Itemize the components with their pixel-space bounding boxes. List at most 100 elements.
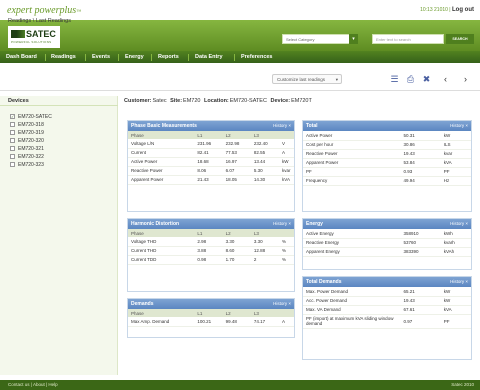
app-logo[interactable]: expert powerplus™	[7, 5, 81, 16]
row-label: Voltage L/N	[128, 139, 195, 149]
footer-link-contact[interactable]: Contact us	[8, 382, 30, 387]
location-value: EM720-SATEC	[229, 98, 267, 104]
total-table: Active Power 50.31 kW Cost per hour 30.86 ILS…	[303, 131, 471, 186]
cell-value: 13.44	[250, 157, 280, 167]
search-button[interactable]: SEARCH	[446, 34, 474, 44]
search-input[interactable]: Enter text to search	[372, 34, 444, 44]
history-link[interactable]: History	[450, 279, 464, 284]
column-header: L2	[222, 131, 251, 139]
cell-value: A	[279, 317, 294, 327]
customize-readings-select[interactable]: Customize last readings ▾	[272, 74, 342, 84]
cell-value: %	[279, 237, 294, 247]
history-link[interactable]: History	[273, 221, 287, 226]
cell-value: 2.98	[194, 237, 223, 247]
cell-value: 2	[250, 255, 280, 265]
row-label: Apparent Energy	[303, 247, 401, 257]
history-link[interactable]: History	[273, 123, 287, 128]
column-header: L3	[250, 229, 280, 237]
device-value: EM720T	[291, 98, 312, 104]
column-header: L2	[222, 309, 251, 317]
history-link[interactable]: History	[273, 301, 287, 306]
table-row: Apparent Power 53.84 kVA	[303, 158, 471, 168]
checkbox[interactable]	[10, 122, 15, 128]
table-row: Acc. Power Demand 19.43 kW	[303, 296, 471, 306]
panel-title: Phase Basic Measurements	[131, 123, 197, 129]
row-label: Apparent Power	[303, 158, 401, 168]
footer-link-help[interactable]: Help	[48, 382, 57, 387]
history-link[interactable]: History	[450, 221, 464, 226]
close-icon[interactable]: ×	[288, 301, 291, 306]
logout-link[interactable]: Log out	[452, 7, 474, 13]
export-excel-icon[interactable]: ✖	[421, 74, 432, 85]
checkbox[interactable]	[10, 154, 15, 160]
device-item[interactable]: EM720-319	[10, 130, 44, 136]
row-label: Cost per hour	[303, 140, 401, 150]
device-label: EM720-319	[18, 130, 44, 136]
cell-value: kW	[440, 131, 471, 141]
table-row: Voltage THD 2.98 3.30 3.30%	[128, 237, 294, 247]
cell-value: 100.21	[194, 317, 223, 327]
chevron-left-icon[interactable]: ‹	[440, 74, 451, 85]
footer-bar	[0, 380, 480, 390]
chevron-right-icon[interactable]: ›	[460, 74, 471, 85]
close-icon[interactable]: ×	[288, 123, 291, 128]
checkbox-checked[interactable]: ✓	[10, 114, 15, 120]
checkbox[interactable]	[10, 162, 15, 168]
device-label: EM720-320	[18, 138, 44, 144]
energy-panel: Energy History × Active Energy 358910 kWh Re…	[302, 218, 472, 270]
list-view-icon[interactable]: ☰	[389, 74, 400, 85]
history-link[interactable]: History	[450, 123, 464, 128]
print-icon[interactable]: ⎙	[405, 74, 416, 85]
cell-value: 358910	[400, 229, 441, 239]
device-item[interactable]: EM720-321	[10, 146, 44, 152]
device-label: EM720-SATEC	[18, 114, 52, 120]
nav-divider	[188, 54, 189, 61]
cell-value: 231.96	[194, 139, 223, 149]
close-icon[interactable]: ×	[465, 221, 468, 226]
panel-title: Total Demands	[306, 279, 342, 285]
nav-item-energy[interactable]: Energy	[125, 54, 144, 60]
nav-item-readings[interactable]: Readings	[51, 54, 76, 60]
nav-divider	[118, 54, 119, 61]
nav-item-preferences[interactable]: Preferences	[241, 54, 273, 60]
cell-value: 3.30	[250, 237, 280, 247]
table-row: Apparent Energy 383390 kVAh	[303, 247, 471, 257]
device-item[interactable]: EM720-318	[10, 122, 44, 128]
nav-item-reports[interactable]: Reports	[158, 54, 179, 60]
demands-panel: Demands History × Phase L1 L2 L3 Max Amp. Dem…	[127, 298, 295, 338]
row-label: Max. Power Demand	[303, 287, 401, 297]
row-label: Active Power	[303, 131, 401, 141]
divider	[0, 105, 118, 106]
device-item[interactable]: EM720-323	[10, 162, 44, 168]
close-icon[interactable]: ×	[288, 221, 291, 226]
cell-value: 99.48	[222, 317, 251, 327]
cell-value: 0.98	[194, 255, 223, 265]
checkbox[interactable]	[10, 138, 15, 144]
device-item[interactable]: EM720-320	[10, 138, 44, 144]
row-label: Current	[128, 148, 195, 158]
close-icon[interactable]: ×	[465, 279, 468, 284]
checkbox[interactable]	[10, 146, 15, 152]
cell-value: 19.43	[400, 296, 441, 306]
chevron-down-icon[interactable]: ▾	[349, 34, 358, 44]
total-panel: Total History × Active Power 50.31 kW Cost p…	[302, 120, 472, 212]
device-item[interactable]: EM720-322	[10, 154, 44, 160]
footer-link-about[interactable]: About	[33, 382, 45, 387]
close-icon[interactable]: ×	[465, 123, 468, 128]
checkbox[interactable]	[10, 130, 15, 136]
table-row: Max Amp. Demand 100.21 99.48 74.17 A	[128, 317, 294, 327]
category-select[interactable]: Select Category ▾	[282, 34, 358, 44]
row-label: Acc. Power Demand	[303, 296, 401, 306]
column-header: Phase	[128, 229, 195, 237]
table-row: Active Power 18.68 16.97 13.44 kW	[128, 157, 294, 167]
cell-value: kW	[440, 296, 471, 306]
row-label: Current TDD	[128, 255, 195, 265]
nav-item-dashboard[interactable]: Dash Board	[6, 54, 37, 60]
row-label: Active Power	[128, 157, 195, 167]
device-item[interactable]: ✓ EM720-SATEC	[10, 114, 52, 120]
cell-value: 14.30	[250, 175, 280, 185]
device-label: EM720-323	[18, 162, 44, 168]
nav-item-data-entry[interactable]: Data Entry	[195, 54, 223, 60]
top-bar: expert powerplus™ 10:13 21010 | Log out	[0, 0, 480, 20]
nav-item-events[interactable]: Events	[92, 54, 110, 60]
